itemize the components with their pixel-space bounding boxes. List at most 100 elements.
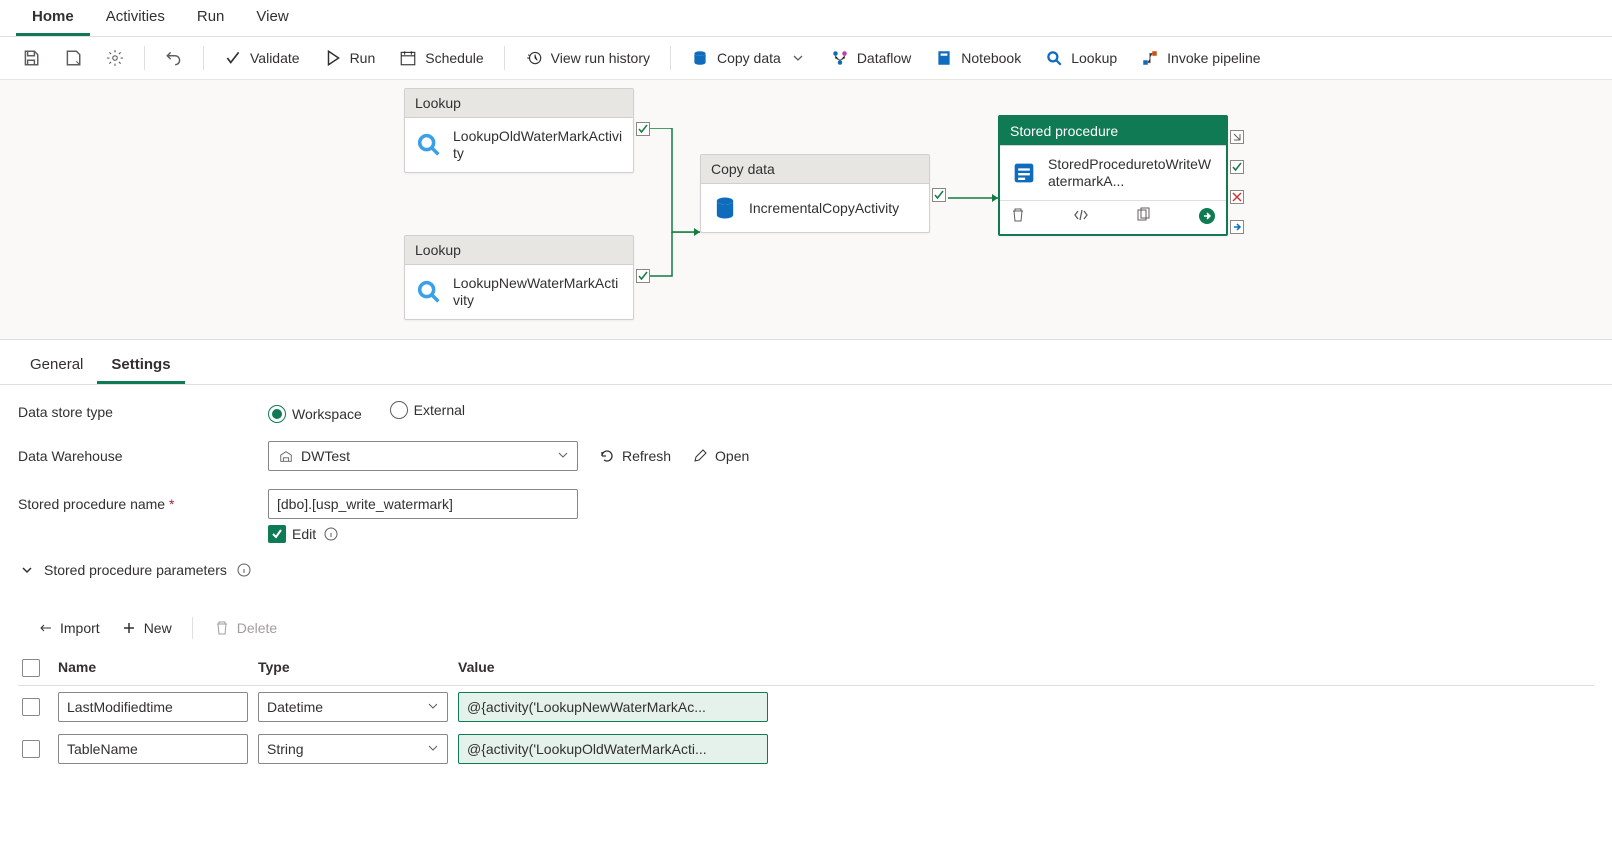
save-as-icon [64,49,82,67]
col-value: Value [458,659,1594,677]
undo-icon [165,49,183,67]
import-icon [36,619,54,637]
notebook-button[interactable]: Notebook [925,43,1031,73]
invoke-pipeline-button[interactable]: Invoke pipeline [1131,43,1270,73]
param-type-select[interactable]: String [258,734,448,764]
stored-procedure-icon [1010,159,1038,187]
code-icon[interactable] [1073,207,1089,228]
data-warehouse-select[interactable]: DWTest [268,441,578,471]
row-checkbox[interactable] [22,740,40,758]
sp-params-section-toggle[interactable]: Stored procedure parameters [18,561,1594,579]
undo-button[interactable] [155,43,193,73]
pipeline-canvas[interactable]: Lookup LookupOldWaterMarkActivity Lookup… [0,80,1612,340]
search-icon [1045,49,1063,67]
info-icon[interactable] [235,561,253,579]
delete-label: Delete [237,620,277,636]
delete-button[interactable]: Delete [207,615,283,641]
refresh-icon [598,447,616,465]
plus-icon [120,619,138,637]
schedule-button[interactable]: Schedule [389,43,493,73]
toolbar: Validate Run Schedule View run history C… [0,37,1612,80]
database-icon [711,194,739,222]
chevron-down-icon [18,561,36,579]
radio-workspace-label: Workspace [292,406,362,422]
edit-label: Edit [292,526,316,542]
tab-activities[interactable]: Activities [90,0,181,36]
select-all-checkbox[interactable] [22,659,40,677]
skip-connector[interactable] [1230,130,1244,144]
activity-lookup-new-watermark[interactable]: Lookup LookupNewWaterMarkActivity [404,235,634,320]
tab-home[interactable]: Home [16,0,90,36]
success-connector[interactable] [636,122,650,136]
tab-general[interactable]: General [16,348,97,384]
chevron-down-icon [427,741,439,757]
param-type-select[interactable]: Datetime [258,692,448,722]
delete-icon [213,619,231,637]
param-value-input[interactable]: @{activity('LookupNewWaterMarkAc... [458,692,768,722]
success-connector[interactable] [636,269,650,283]
activity-name: LookupNewWaterMarkActivity [453,275,623,309]
data-warehouse-value: DWTest [301,448,350,464]
delete-icon[interactable] [1010,207,1026,228]
validate-button[interactable]: Validate [214,43,310,73]
run-button[interactable]: Run [314,43,386,73]
settings-panel: Data store type Workspace External Data … [0,385,1612,609]
activity-lookup-old-watermark[interactable]: Lookup LookupOldWaterMarkActivity [404,88,634,173]
table-row: LastModifiedtime Datetime @{activity('Lo… [18,686,1594,728]
params-table: Name Type Value LastModifiedtime Datetim… [18,651,1594,770]
refresh-button[interactable]: Refresh [598,447,671,465]
import-label: Import [60,620,100,636]
copy-data-button[interactable]: Copy data [681,43,817,73]
sp-name-label: Stored procedure name * [18,496,248,512]
success-connector[interactable] [932,188,946,202]
new-button[interactable]: New [114,615,178,641]
validate-label: Validate [250,50,300,66]
activity-incremental-copy[interactable]: Copy data IncrementalCopyActivity [700,154,930,233]
radio-external-label: External [414,402,465,418]
dataflow-button[interactable]: Dataflow [821,43,921,73]
copy-icon[interactable] [1135,207,1151,228]
tab-run[interactable]: Run [181,0,241,36]
copy-data-label: Copy data [717,50,781,66]
activity-type-label: Lookup [405,89,633,118]
radio-external[interactable]: External [390,401,465,419]
fail-connector[interactable] [1230,190,1244,204]
success-connector[interactable] [1230,160,1244,174]
chevron-down-icon [427,699,439,715]
chevron-down-icon [557,448,569,464]
properties-tabs: General Settings [0,340,1612,385]
radio-workspace[interactable]: Workspace [268,405,362,423]
history-icon [525,49,543,67]
sp-name-value: [dbo].[usp_write_watermark] [277,496,453,512]
pipeline-icon [1141,49,1159,67]
open-button[interactable]: Open [691,447,749,465]
param-name-input[interactable]: TableName [58,734,248,764]
database-icon [691,49,709,67]
completion-connector[interactable] [1230,220,1244,234]
save-as-button[interactable] [54,43,92,73]
lookup-button[interactable]: Lookup [1035,43,1127,73]
open-label: Open [715,448,749,464]
chevron-down-icon [789,49,807,67]
edit-checkbox[interactable] [268,525,286,543]
activity-stored-procedure[interactable]: Stored procedure StoredProceduretoWriteW… [998,115,1228,236]
activity-name: LookupOldWaterMarkActivity [453,128,623,162]
notebook-label: Notebook [961,50,1021,66]
settings-button[interactable] [96,43,134,73]
new-label: New [144,620,172,636]
tab-settings[interactable]: Settings [97,348,184,384]
top-tabs: Home Activities Run View [0,0,1612,37]
tab-view[interactable]: View [240,0,304,36]
import-button[interactable]: Import [30,615,106,641]
run-activity-icon[interactable] [1198,207,1216,228]
sp-name-input[interactable]: [dbo].[usp_write_watermark] [268,489,578,519]
param-name-input[interactable]: LastModifiedtime [58,692,248,722]
edit-icon [691,447,709,465]
param-value-input[interactable]: @{activity('LookupOldWaterMarkActi... [458,734,768,764]
save-button[interactable] [12,43,50,73]
info-icon[interactable] [322,525,340,543]
view-run-history-button[interactable]: View run history [515,43,660,73]
gear-icon [106,49,124,67]
row-checkbox[interactable] [22,698,40,716]
data-warehouse-label: Data Warehouse [18,448,248,464]
